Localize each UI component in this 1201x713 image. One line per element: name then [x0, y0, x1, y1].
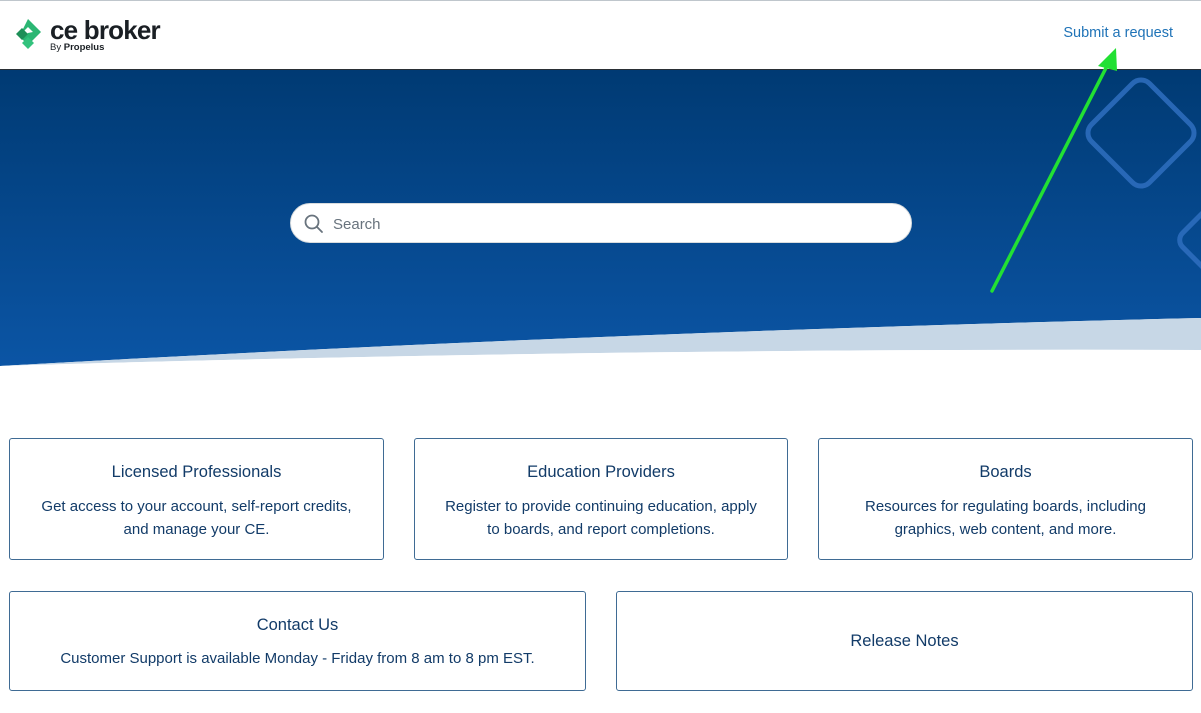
- search-bar[interactable]: [290, 203, 912, 244]
- card-title: Contact Us: [256, 616, 339, 634]
- search-icon: [304, 214, 323, 233]
- card-description: Register to provide continuing education…: [445, 498, 757, 538]
- card-description: Resources for regulating boards, includi…: [865, 498, 1146, 538]
- card-title: Licensed Professionals: [111, 463, 282, 481]
- card-title: Boards: [979, 463, 1032, 481]
- logo-subtitle: By Propelus: [50, 42, 104, 53]
- ce-broker-logo[interactable]: ce broker By Propelus: [14, 15, 164, 57]
- card-contact-us[interactable]: Contact Us Customer Support is available…: [9, 591, 586, 691]
- site-header: ce broker By Propelus Submit a request: [0, 0, 1201, 70]
- logo-mark-icon: [16, 19, 41, 49]
- card-description: Get access to your account, self-report …: [41, 498, 352, 538]
- submit-request-link[interactable]: Submit a request: [1063, 25, 1173, 41]
- logo-by: By: [50, 42, 62, 53]
- card-boards[interactable]: Boards Resources for regulating boards, …: [818, 438, 1193, 560]
- card-education-providers[interactable]: Education Providers Register to provide …: [414, 438, 788, 560]
- card-description: Customer Support is available Monday - F…: [60, 650, 535, 667]
- card-title: Education Providers: [527, 463, 675, 481]
- card-title: Release Notes: [850, 632, 959, 650]
- card-release-notes[interactable]: Release Notes: [616, 591, 1193, 691]
- logo-company: Propelus: [63, 42, 105, 53]
- card-licensed-professionals[interactable]: Licensed Professionals Get access to you…: [9, 438, 384, 560]
- search-input[interactable]: [331, 204, 895, 244]
